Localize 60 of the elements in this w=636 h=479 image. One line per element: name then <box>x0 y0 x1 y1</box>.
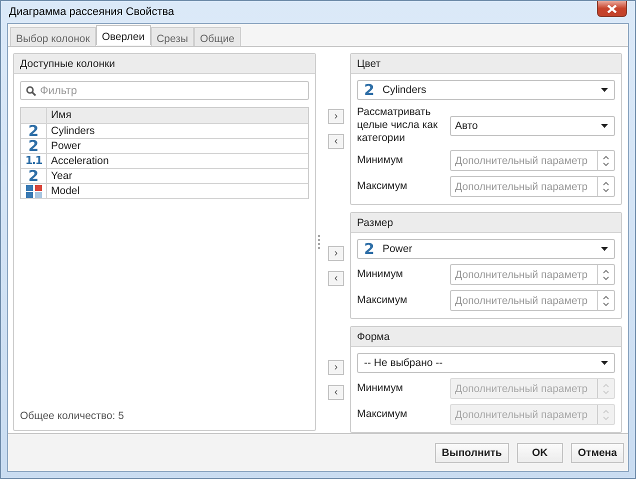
table-cell[interactable]: Power <box>47 139 308 153</box>
move-button[interactable]: ‹ <box>328 384 344 400</box>
total-count: Общее количество: 5 <box>19 410 125 424</box>
close-button[interactable] <box>597 1 627 17</box>
spinner-arrows-icon <box>603 268 609 280</box>
close-icon <box>607 4 617 12</box>
option-dropdown[interactable]: Авто <box>450 116 615 136</box>
search-icon <box>26 86 36 96</box>
field-label: Максимум <box>357 180 408 193</box>
field-label: Минимум <box>357 382 404 395</box>
number-field[interactable]: Дополнительный параметр <box>450 150 615 171</box>
tab[interactable]: Срезы <box>150 27 194 46</box>
spinner-arrows-icon <box>603 180 609 192</box>
dialog-button[interactable]: Выполнить <box>434 442 509 462</box>
number-icon: 2 <box>364 242 374 256</box>
tab[interactable]: Оверлеи <box>96 25 151 45</box>
category-icon <box>26 184 42 198</box>
column-dropdown[interactable]: 2 Cylinders <box>357 80 615 100</box>
table-cell[interactable]: Year <box>47 169 308 183</box>
dropdown-arrow-icon <box>601 124 608 128</box>
number-icon: 2 <box>28 169 39 183</box>
field-label: Минимум <box>357 154 404 167</box>
dropdown-arrow-icon <box>601 247 608 251</box>
table-cell[interactable]: Cylinders <box>47 124 308 138</box>
panel-header: Цвет <box>351 54 621 74</box>
field-label: Минимум <box>357 268 404 281</box>
column-dropdown[interactable]: 2 Power <box>357 239 615 259</box>
spinner-arrows-icon <box>603 294 609 306</box>
decimal-icon: 1.1 <box>25 154 42 168</box>
move-button[interactable]: › <box>328 360 344 374</box>
number-icon: 2 <box>28 124 39 138</box>
table-cell[interactable]: Model <box>47 184 308 198</box>
column-dropdown[interactable]: -- Не выбрано -- <box>357 353 615 373</box>
spinner-arrows-icon <box>603 408 609 420</box>
number-icon: 2 <box>364 83 374 97</box>
spinner-arrows-icon <box>603 154 609 166</box>
move-button[interactable]: ‹ <box>328 134 344 149</box>
panel-header: Размер <box>351 213 621 233</box>
field-label: Максимум <box>357 408 408 421</box>
field-label: Максимум <box>357 294 408 307</box>
search-field[interactable]: Фильтр <box>20 81 309 100</box>
move-button[interactable]: ‹ <box>328 270 344 286</box>
move-button[interactable]: › <box>328 109 344 124</box>
spinner-arrows-icon <box>603 382 609 394</box>
number-field[interactable]: Дополнительный параметр <box>450 176 615 197</box>
number-field[interactable]: Дополнительный параметр <box>450 264 615 285</box>
dropdown-arrow-icon <box>601 88 608 92</box>
move-button[interactable]: › <box>328 246 344 260</box>
window-title: Диаграмма рассеяния Свойства <box>8 5 174 18</box>
table-cell[interactable]: Acceleration <box>47 154 308 168</box>
dialog-button[interactable]: Отмена <box>570 442 624 462</box>
number-field[interactable]: Дополнительный параметр <box>450 290 615 311</box>
field-label: Рассматривать целые числа как категории <box>357 106 439 145</box>
dropdown-arrow-icon <box>601 361 608 365</box>
dialog-button[interactable]: OK <box>516 442 563 462</box>
panel-header: Форма <box>351 327 621 347</box>
tab[interactable]: Выбор колонок <box>10 27 96 46</box>
panel-header: Доступные колонки <box>14 54 315 74</box>
number-icon: 2 <box>28 139 39 153</box>
tab[interactable]: Общие <box>194 27 241 46</box>
